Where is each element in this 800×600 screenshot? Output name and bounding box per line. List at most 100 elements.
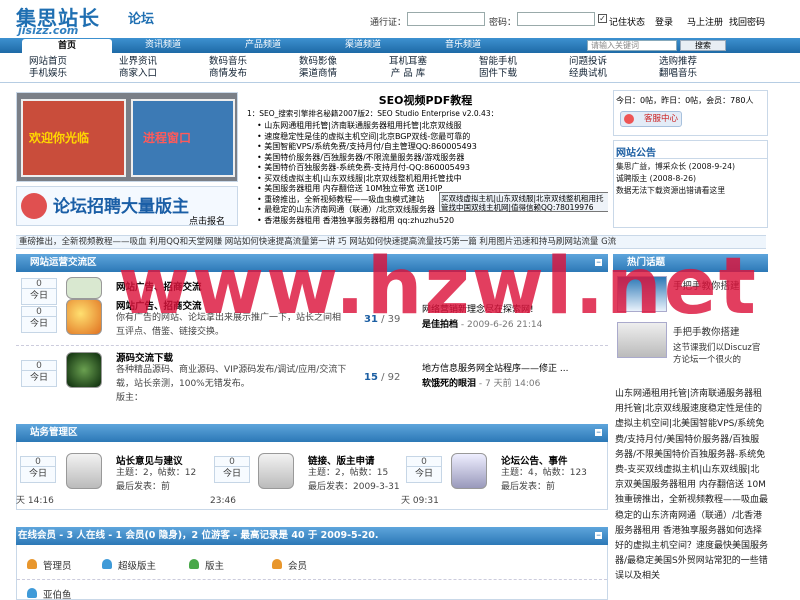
- tab-news[interactable]: 资讯频道: [118, 38, 208, 53]
- subnav-link[interactable]: 产 品 库: [368, 68, 448, 80]
- row-divider: [16, 345, 608, 346]
- forum-title[interactable]: 站长意见与建议: [116, 453, 183, 467]
- notice-item[interactable]: 诚聘版主 (2008-8-26): [616, 173, 735, 185]
- subnav-link[interactable]: 固件下载: [458, 68, 538, 80]
- last-post-author[interactable]: 是佳拍档: [422, 320, 458, 330]
- section-title: 站务管理区: [30, 427, 78, 438]
- notice-item[interactable]: 集思广益，博采众长 (2008-9-24): [616, 161, 735, 173]
- passport-input[interactable]: [407, 12, 485, 26]
- subnav-link[interactable]: 选购推荐: [638, 56, 718, 68]
- section-header-admin[interactable]: 站务管理区 −: [16, 424, 608, 442]
- promo-title[interactable]: SEO视频PDF教程: [243, 92, 608, 108]
- last-post-title[interactable]: 网络营销新理念尽在探索网!: [422, 303, 607, 318]
- notice-item[interactable]: 数据无法下载资源出错请看这里: [616, 185, 735, 197]
- collapse-icon[interactable]: −: [595, 259, 602, 266]
- forum-title[interactable]: 网站广告、招商交流: [116, 279, 202, 293]
- register-link[interactable]: 马上注册: [687, 15, 723, 28]
- last-post-time: - 2009-6-26 21:14: [460, 320, 543, 330]
- tab-channels[interactable]: 渠道频道: [318, 38, 408, 53]
- last-post-time: - 7 天前 14:06: [478, 379, 541, 389]
- forum-last-time: 天 09:31: [401, 496, 439, 506]
- subnav-link[interactable]: 手机娱乐: [8, 68, 88, 80]
- subnav-link[interactable]: 商情发布: [188, 68, 268, 80]
- login-button[interactable]: 登录: [655, 15, 673, 28]
- tab-music[interactable]: 音乐频道: [418, 38, 508, 53]
- post-count: 92: [387, 372, 401, 383]
- subnav-link[interactable]: 问题投诉: [548, 56, 628, 68]
- hot-topic-thumbnail: [617, 276, 667, 312]
- subnav-link[interactable]: 商家入口: [98, 68, 178, 80]
- subnav-link[interactable]: 数码音乐: [188, 56, 268, 68]
- forgot-password-link[interactable]: 找回密码: [729, 15, 765, 28]
- subnav-link[interactable]: 翻唱音乐: [638, 68, 718, 80]
- forum-title[interactable]: 网站广告、招商交流: [116, 298, 202, 312]
- promo-list-item[interactable]: • 香港服务器租用 香港独享服务器租用 qq:zhuzhu520: [257, 216, 477, 227]
- subnav-column: 业界资讯 商家入口: [98, 56, 178, 80]
- last-post-author[interactable]: 软饿死的眼泪: [422, 379, 476, 389]
- online-members-header[interactable]: 在线会员 - 3 人在线 - 1 会员(0 隐身)，2 位游客 - 最高记录是 …: [16, 527, 608, 545]
- recycle-icon: [66, 352, 102, 388]
- hot-topic-title: 手把手教你搭建: [673, 327, 740, 338]
- subnav-column: 选购推荐 翻唱音乐: [638, 56, 718, 80]
- promo-list-item[interactable]: • 美国特价服务器/百独服务器/不限流量服务器/游戏服务器: [257, 153, 477, 164]
- news-ticker[interactable]: 重磅推出，全新视频教程——吸血 利用QQ和天堂网赚 网站如何快速提高流量第一讲 …: [16, 235, 766, 249]
- promo-list-item[interactable]: • 速度稳定性是佳的虚拟主机空间|北京BGP双线-您最可靠的: [257, 132, 477, 143]
- today-posts: 0: [22, 307, 56, 317]
- hot-topic-thumbnail: [617, 322, 667, 358]
- today-posts: 0: [215, 457, 249, 467]
- subnav-column: 智能手机 固件下载: [458, 56, 538, 80]
- promo-list-item[interactable]: • 美国智能VPS/系统免费/支持月付/自主管理QQ:860005493: [257, 142, 477, 153]
- today-posts: 0: [22, 361, 56, 371]
- forum-title[interactable]: 源码交流下载: [116, 350, 173, 364]
- promo-screenshot-banner[interactable]: 欢迎你光临 进程窗口: [16, 92, 238, 182]
- remember-checkbox[interactable]: ✓: [598, 14, 607, 23]
- site-domain: jisizz.com: [18, 24, 79, 37]
- subnav-link[interactable]: 网站首页: [8, 56, 88, 68]
- collapse-icon[interactable]: −: [595, 429, 602, 436]
- forum-today-count: 0 今日: [21, 278, 57, 305]
- today-posts: 0: [21, 457, 55, 467]
- subnav-link[interactable]: 数码影像: [278, 56, 358, 68]
- hot-links-text[interactable]: 山东网通租用托管|济南联通服务器租用托管|北京双线服速度稳定性是佳的虚拟主机空间…: [615, 387, 768, 585]
- customer-service-button[interactable]: 客服中心: [620, 111, 682, 127]
- search-button[interactable]: 搜索: [680, 40, 726, 51]
- subnav-column: 问题投诉 经典试机: [548, 56, 628, 80]
- chart-announcement-icon: [451, 453, 487, 489]
- hot-topic-summary: 这节课我们以Discuz官方论坛一个很火的: [673, 343, 761, 365]
- subnav-column: 数码音乐 商情发布: [188, 56, 268, 80]
- forum-today-count: 0 今日: [21, 360, 57, 387]
- promo-subtitle[interactable]: 1：SEO_搜索引擎排名秘籍2007版2：SEO Studio Enterpri…: [247, 108, 498, 119]
- site-header: 集思站长 论坛 jisizz.com 通行证： 密码： ✓ 记住状态 登录 马上…: [0, 0, 800, 38]
- forum-today-count: 0 今日: [214, 456, 250, 483]
- search-input[interactable]: 请输入关键词: [587, 40, 677, 51]
- sub-nav: 网站首页 手机娱乐 业界资讯 商家入口 数码音乐 商情发布 数码影像 渠道商情 耳机耳塞…: [0, 53, 800, 83]
- subnav-link[interactable]: 业界资讯: [98, 56, 178, 68]
- recruit-link[interactable]: 点击报名: [189, 214, 225, 225]
- recruit-banner[interactable]: 论坛招聘大量版主 点击报名: [16, 186, 238, 226]
- password-input[interactable]: [517, 12, 595, 26]
- subnav-link[interactable]: 渠道商情: [278, 68, 358, 80]
- today-label: 今日: [29, 319, 48, 329]
- notice-divider: [614, 158, 767, 159]
- forum-today-count: 0 今日: [21, 306, 57, 333]
- tab-home[interactable]: 首页: [22, 39, 112, 53]
- promo-list-item[interactable]: • 山东网通租用托管|济南联通服务器租用托管|北京双线服: [257, 121, 477, 132]
- forum-title[interactable]: 链接、版主申请: [308, 453, 375, 467]
- forum-counts: 31 / 39: [364, 314, 401, 325]
- section-header-operations[interactable]: 网站运营交流区 −: [16, 254, 608, 272]
- subnav-link[interactable]: 耳机耳塞: [368, 56, 448, 68]
- forum-title[interactable]: 论坛公告、事件: [501, 453, 568, 467]
- promo-list-item[interactable]: • 买双线虚拟主机|山东双线服|北京双线整机租用托管找中: [257, 174, 477, 185]
- collapse-icon[interactable]: −: [595, 532, 602, 539]
- tab-products[interactable]: 产品频道: [218, 38, 308, 53]
- online-user[interactable]: 亚伯鱼: [43, 587, 72, 600]
- role-member: 会员: [288, 561, 308, 572]
- subnav-link[interactable]: 智能手机: [458, 56, 538, 68]
- newspaper-icon: [66, 453, 102, 489]
- forum-last-time: 23:46: [210, 496, 236, 506]
- subnav-link[interactable]: 经典试机: [548, 68, 628, 80]
- promo-list-item[interactable]: • 美国特价百独服务器-系统免费-支持月付-QQ:860005493: [257, 163, 477, 174]
- today-label: 今日: [414, 469, 433, 479]
- last-post: 地方信息服务网全站程序——修正 ... 软饿死的眼泪 - 7 天前 14:06: [422, 362, 607, 392]
- last-post-title[interactable]: 地方信息服务网全站程序——修正 ...: [422, 362, 607, 377]
